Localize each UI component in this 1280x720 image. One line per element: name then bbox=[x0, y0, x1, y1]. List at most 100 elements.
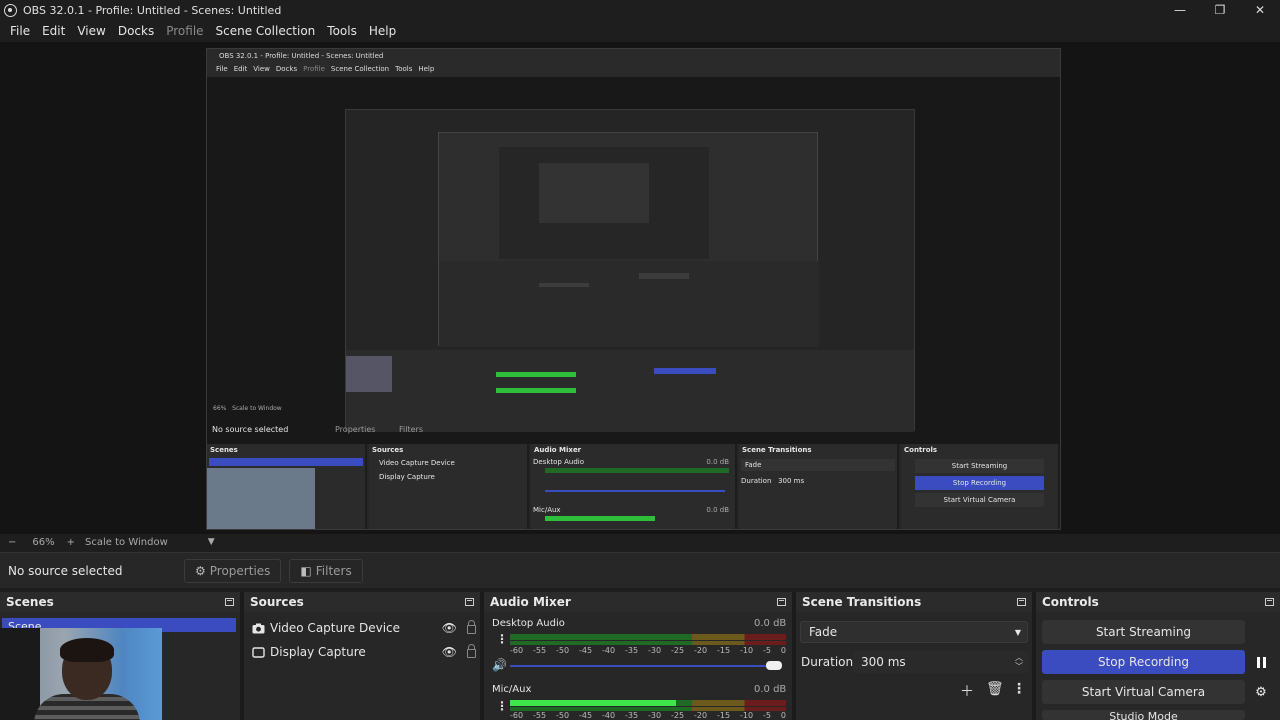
nested-inner-capture bbox=[345, 109, 915, 432]
duration-spinner[interactable]: ︿ ﹀ bbox=[1015, 653, 1023, 671]
meter-tick-label: -15 bbox=[717, 646, 731, 655]
nested-menu: File Edit View Docks Profile Scene Colle… bbox=[207, 63, 1060, 75]
filters-button[interactable]: ◧ Filters bbox=[289, 558, 363, 583]
meter-tick-label: -5 bbox=[763, 646, 771, 655]
trash-icon[interactable]: 🗑 bbox=[986, 681, 1004, 697]
controls-title: Controls bbox=[1042, 595, 1099, 609]
meter-tick-label: -25 bbox=[671, 646, 685, 655]
nested-audio-db: 0.0 dB bbox=[706, 506, 729, 514]
audio-meter-ticks: -60 -55 -50 -45 -40 -35 -30 -25 -20 -15 -10 -5 0 bbox=[510, 646, 786, 655]
scene-transitions-title: Scene Transitions bbox=[802, 595, 922, 609]
menu-profile[interactable]: Profile bbox=[160, 24, 209, 38]
gear-icon: ⚙ bbox=[195, 563, 206, 578]
nested-panel-title: Controls bbox=[904, 446, 938, 454]
menu-file[interactable]: File bbox=[4, 24, 36, 38]
zoom-out-button[interactable]: − bbox=[8, 537, 16, 548]
audio-level-meter bbox=[510, 641, 786, 645]
scenes-title: Scenes bbox=[6, 595, 54, 609]
nested-source: Video Capture Device bbox=[379, 459, 455, 467]
studio-mode-button[interactable]: Studio Mode bbox=[1042, 710, 1245, 720]
visibility-eye-icon[interactable]: 👁 bbox=[442, 621, 457, 635]
transition-select[interactable]: Fade ▼ bbox=[800, 621, 1028, 643]
add-transition-icon[interactable]: ＋ bbox=[960, 681, 974, 701]
restore-icon[interactable]: ❐ bbox=[1200, 0, 1240, 20]
channel-menu-icon[interactable]: ⋮ bbox=[496, 699, 508, 713]
volume-slider[interactable] bbox=[510, 661, 782, 670]
meter-tick-label: -5 bbox=[763, 711, 771, 720]
menu-edit[interactable]: Edit bbox=[36, 24, 71, 38]
undock-icon[interactable] bbox=[465, 598, 474, 606]
channel-menu-icon[interactable]: ⋮ bbox=[496, 632, 508, 646]
undock-icon[interactable] bbox=[1017, 598, 1026, 606]
window-controls: — ❐ ✕ bbox=[1160, 0, 1280, 20]
properties-label: Properties bbox=[209, 563, 271, 578]
nested-transition: Fade bbox=[741, 459, 895, 471]
camera-icon bbox=[252, 623, 265, 634]
scale-mode-chevron-down-icon[interactable]: ▼ bbox=[208, 537, 215, 547]
nested-button: Stop Recording bbox=[915, 476, 1044, 490]
undock-icon[interactable] bbox=[1265, 598, 1274, 606]
nested-audio-channel: Mic/Aux bbox=[533, 506, 561, 514]
more-options-icon[interactable]: ⋮ bbox=[1012, 681, 1026, 697]
duration-input[interactable]: 300 ms ︿ ﹀ bbox=[853, 651, 1029, 673]
nested-inner-capture-2 bbox=[438, 132, 819, 347]
virtual-camera-settings-gear-icon[interactable]: ⚙ bbox=[1249, 680, 1273, 704]
transition-value: Fade bbox=[809, 625, 838, 639]
duration-value: 300 ms bbox=[861, 655, 906, 669]
nested-menu-item: Scene Collection bbox=[330, 65, 390, 73]
pause-icon bbox=[1256, 656, 1266, 668]
audio-channel-db: 0.0 dB bbox=[754, 684, 787, 695]
stop-recording-button[interactable]: Stop Recording bbox=[1042, 650, 1245, 674]
nested-filters-label: Filters bbox=[399, 425, 423, 434]
start-streaming-button[interactable]: Start Streaming bbox=[1042, 620, 1245, 644]
speaker-icon[interactable]: 🔊 bbox=[492, 658, 507, 672]
close-icon[interactable]: ✕ bbox=[1240, 0, 1280, 20]
meter-tick-label: 0 bbox=[780, 711, 786, 720]
nested-panel-title: Sources bbox=[372, 446, 404, 454]
pause-recording-button[interactable] bbox=[1249, 650, 1273, 674]
nested-button: Start Streaming bbox=[915, 459, 1044, 473]
nested-properties-label: Properties bbox=[335, 425, 376, 434]
menu-tools[interactable]: Tools bbox=[321, 24, 363, 38]
source-item-display-capture[interactable]: Display Capture 👁 bbox=[252, 642, 476, 662]
menu-docks[interactable]: Docks bbox=[112, 24, 160, 38]
nested-title: OBS 32.0.1 - Profile: Untitled - Scenes:… bbox=[219, 52, 384, 60]
window-title: OBS 32.0.1 - Profile: Untitled - Scenes:… bbox=[23, 3, 282, 17]
chevron-down-icon: ﹀ bbox=[1015, 662, 1023, 671]
lock-icon[interactable] bbox=[467, 644, 476, 658]
source-name: Display Capture bbox=[270, 645, 366, 659]
source-item-video-capture[interactable]: Video Capture Device 👁 bbox=[252, 618, 476, 638]
chevron-up-icon: ︿ bbox=[1015, 653, 1023, 662]
meter-tick-label: -10 bbox=[740, 711, 754, 720]
menu-help[interactable]: Help bbox=[363, 24, 402, 38]
menu-scene-collection[interactable]: Scene Collection bbox=[210, 24, 322, 38]
meter-tick-label: -55 bbox=[533, 711, 547, 720]
nested-menu-item: Profile bbox=[303, 65, 325, 73]
nested-docks: Scenes Sources Video Capture Device Disp… bbox=[207, 444, 1060, 529]
volume-slider-knob[interactable] bbox=[766, 661, 782, 670]
scale-mode-select[interactable]: Scale to Window bbox=[85, 537, 168, 548]
nested-source: Display Capture bbox=[379, 473, 435, 481]
visibility-eye-icon[interactable]: 👁 bbox=[442, 645, 457, 659]
nested-menu-item: View bbox=[253, 65, 270, 73]
menu-view[interactable]: View bbox=[71, 24, 111, 38]
undock-icon[interactable] bbox=[777, 598, 786, 606]
zoom-in-button[interactable]: + bbox=[67, 537, 75, 548]
meter-tick-label: 0 bbox=[780, 646, 786, 655]
minimize-icon[interactable]: — bbox=[1160, 0, 1200, 20]
meter-tick-label: -20 bbox=[694, 711, 708, 720]
nested-duration: Duration 300 ms bbox=[741, 477, 805, 485]
start-virtual-camera-button[interactable]: Start Virtual Camera bbox=[1042, 680, 1245, 704]
audio-channel-db: 0.0 dB bbox=[754, 618, 787, 629]
undock-icon[interactable] bbox=[225, 598, 234, 606]
meter-tick-label: -15 bbox=[717, 711, 731, 720]
duration-label: Duration bbox=[801, 655, 854, 669]
meter-tick-label: -55 bbox=[533, 646, 547, 655]
nested-audio-db: 0.0 dB bbox=[706, 458, 729, 466]
nested-preview-area bbox=[207, 77, 1060, 451]
lock-icon[interactable] bbox=[467, 620, 476, 634]
nested-menu-item: Tools bbox=[395, 65, 413, 73]
properties-button[interactable]: ⚙ Properties bbox=[184, 558, 282, 583]
nested-panel-title: Scenes bbox=[210, 446, 238, 454]
nested-audio-channel: Desktop Audio bbox=[533, 458, 584, 466]
